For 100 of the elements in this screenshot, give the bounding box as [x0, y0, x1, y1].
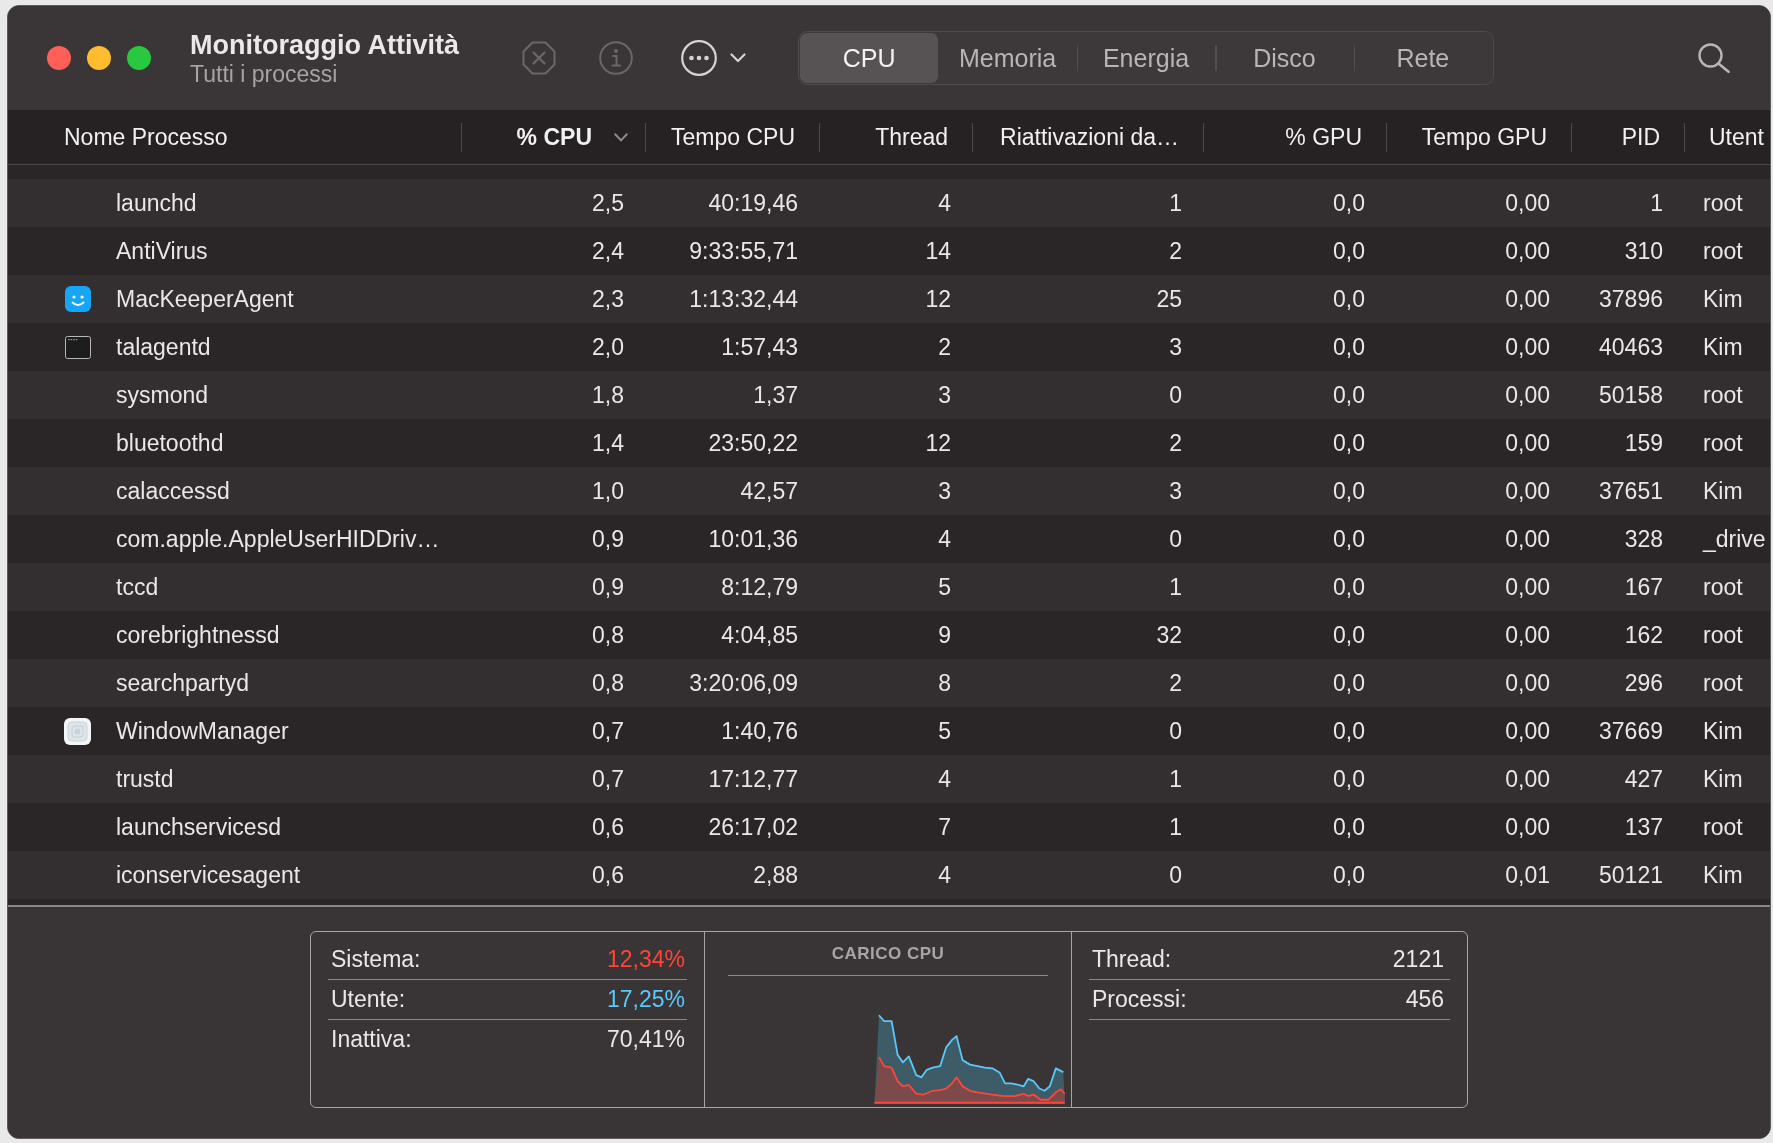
table-row[interactable]: corebrightnessd 0,8 4:04,85 9 32 0,0 0,00 162 root — [8, 611, 1770, 659]
pid: 37651 — [1599, 477, 1663, 505]
table-row[interactable]: com.apple.AppleUserHIDDriv… 0,9 10:01,36 4 0 0,0 0,00 328 _drive — [8, 515, 1770, 563]
tab[interactable]: Memoria — [938, 33, 1077, 83]
table-row[interactable]: launchservicesd 0,6 26:17,02 7 1 0,0 0,00 137 root — [8, 803, 1770, 851]
pid: 159 — [1624, 429, 1663, 457]
table-row[interactable]: AntiVirus 2,4 9:33:55,71 14 2 0,0 0,00 310 root — [8, 227, 1770, 275]
tab[interactable]: CPU — [800, 33, 939, 83]
pid: 427 — [1624, 765, 1663, 793]
gpu-percent: 0,0 — [1333, 525, 1365, 553]
column-header[interactable]: % CPU — [462, 110, 646, 164]
table-row[interactable]: MacKeeperAgent 2,3 1:13:32,44 12 25 0,0 0,00 37896 Kim — [8, 275, 1770, 323]
wakeups-count: 1 — [1169, 813, 1182, 841]
table-row[interactable]: calaccessd 1,0 42,57 3 3 0,0 0,00 37651 Kim — [8, 467, 1770, 515]
close-button[interactable] — [47, 46, 71, 70]
gpu-time: 0,01 — [1505, 861, 1550, 889]
thread-count: 5 — [938, 717, 951, 745]
table-row[interactable]: tccd 0,9 8:12,79 5 1 0,0 0,00 167 root — [8, 563, 1770, 611]
process-name: launchservicesd — [116, 813, 281, 841]
thread-count: 2 — [938, 333, 951, 361]
minimize-button[interactable] — [87, 46, 111, 70]
cpu-percent: 1,0 — [592, 477, 624, 505]
more-menu-button[interactable] — [678, 37, 749, 79]
column-header[interactable]: Tempo GPU — [1387, 110, 1572, 164]
gpu-time: 0,00 — [1505, 189, 1550, 217]
table-row[interactable]: searchpartyd 0,8 3:20:06,09 8 2 0,0 0,00 296 root — [8, 659, 1770, 707]
cpu-time: 9:33:55,71 — [689, 237, 798, 265]
cpu-time: 1:57,43 — [721, 333, 798, 361]
pid: 1 — [1650, 189, 1663, 217]
user-name: _drive — [1703, 525, 1766, 553]
wakeups-count: 32 — [1156, 621, 1182, 649]
column-header[interactable]: Thread — [820, 110, 973, 164]
gpu-percent: 0,0 — [1333, 669, 1365, 697]
process-name: tccd — [116, 573, 159, 601]
cpu-time: 10:01,36 — [708, 525, 798, 553]
gpu-time: 0,00 — [1505, 813, 1550, 841]
column-header[interactable]: Nome Processo — [8, 110, 462, 164]
gpu-percent: 0,0 — [1333, 381, 1365, 409]
cpu-time: 42,57 — [740, 477, 798, 505]
wakeups-count: 1 — [1169, 765, 1182, 793]
tab[interactable]: Energia — [1076, 33, 1216, 83]
more-icon — [681, 40, 717, 76]
cpu-time: 4:04,85 — [721, 621, 798, 649]
cpu-percent: 0,8 — [592, 669, 624, 697]
pid: 167 — [1624, 573, 1663, 601]
wakeups-count: 3 — [1169, 333, 1182, 361]
thread-count: 3 — [938, 477, 951, 505]
gpu-time: 0,00 — [1505, 621, 1550, 649]
table-row[interactable]: talagentd 2,0 1:57,43 2 3 0,0 0,00 40463 Kim — [8, 323, 1770, 371]
wakeups-count: 3 — [1169, 477, 1182, 505]
process-name: AntiVirus — [116, 237, 208, 265]
column-header[interactable]: Tempo CPU — [646, 110, 820, 164]
chevron-down-icon — [730, 53, 746, 63]
cpu-percent: 0,9 — [592, 525, 624, 553]
pid: 37669 — [1599, 717, 1663, 745]
thread-count: 4 — [938, 189, 951, 217]
thread-count: 3 — [938, 381, 951, 409]
cpu-time: 26:17,02 — [708, 813, 798, 841]
cpu-percent: 0,6 — [592, 861, 624, 889]
table-row[interactable]: bluetoothd 1,4 23:50,22 12 2 0,0 0,00 159 root — [8, 419, 1770, 467]
gpu-time: 0,00 — [1505, 477, 1550, 505]
gpu-percent: 0,0 — [1333, 717, 1365, 745]
user-name: root — [1703, 381, 1743, 409]
wakeups-count: 25 — [1156, 285, 1182, 313]
zoom-button[interactable] — [127, 46, 151, 70]
count-label: Thread: — [1092, 946, 1172, 973]
table-row[interactable]: trustd 0,7 17:12,77 4 1 0,0 0,00 427 Kim — [8, 755, 1770, 803]
count-value: 2121 — [1392, 946, 1444, 973]
gpu-percent: 0,0 — [1333, 573, 1365, 601]
user-name: root — [1703, 813, 1743, 841]
cpu-percent: 2,5 — [592, 189, 624, 217]
gpu-time: 0,00 — [1505, 765, 1550, 793]
cpu-percent: 2,0 — [592, 333, 624, 361]
thread-count: 4 — [938, 861, 951, 889]
tab[interactable]: Rete — [1353, 33, 1493, 83]
column-header[interactable]: % GPU — [1204, 110, 1387, 164]
pid: 137 — [1624, 813, 1663, 841]
column-header[interactable]: Utent — [1685, 110, 1770, 164]
table-row[interactable]: WindowManager 0,7 1:40,76 5 0 0,0 0,00 37669 Kim — [8, 707, 1770, 755]
wakeups-count: 0 — [1169, 717, 1182, 745]
gpu-time: 0,00 — [1505, 285, 1550, 313]
process-name: iconservicesagent — [116, 861, 301, 889]
cpu-percent: 2,4 — [592, 237, 624, 265]
tab[interactable]: Disco — [1215, 33, 1354, 83]
search-button[interactable] — [1695, 40, 1733, 76]
column-header[interactable]: PID — [1572, 110, 1685, 164]
table-row[interactable]: sysmond 1,8 1,37 3 0 0,0 0,00 50158 root — [8, 371, 1770, 419]
cpu-time: 40:19,46 — [708, 189, 798, 217]
window-title: Monitoraggio Attività — [190, 28, 460, 61]
user-name: Kim — [1703, 861, 1743, 889]
column-header[interactable]: Riattivazioni da… — [973, 110, 1204, 164]
pid: 50158 — [1599, 381, 1663, 409]
gpu-percent: 0,0 — [1333, 621, 1365, 649]
thread-count: 4 — [938, 525, 951, 553]
thread-count: 9 — [938, 621, 951, 649]
sort-chevron-icon — [614, 132, 628, 142]
table-row[interactable]: launchd 2,5 40:19,46 4 1 0,0 0,00 1 root — [8, 179, 1770, 227]
table-row[interactable]: iconservicesagent 0,6 2,88 4 0 0,0 0,01 50121 Kim — [8, 851, 1770, 899]
stop-icon — [522, 41, 556, 75]
process-name: sysmond — [116, 381, 209, 409]
